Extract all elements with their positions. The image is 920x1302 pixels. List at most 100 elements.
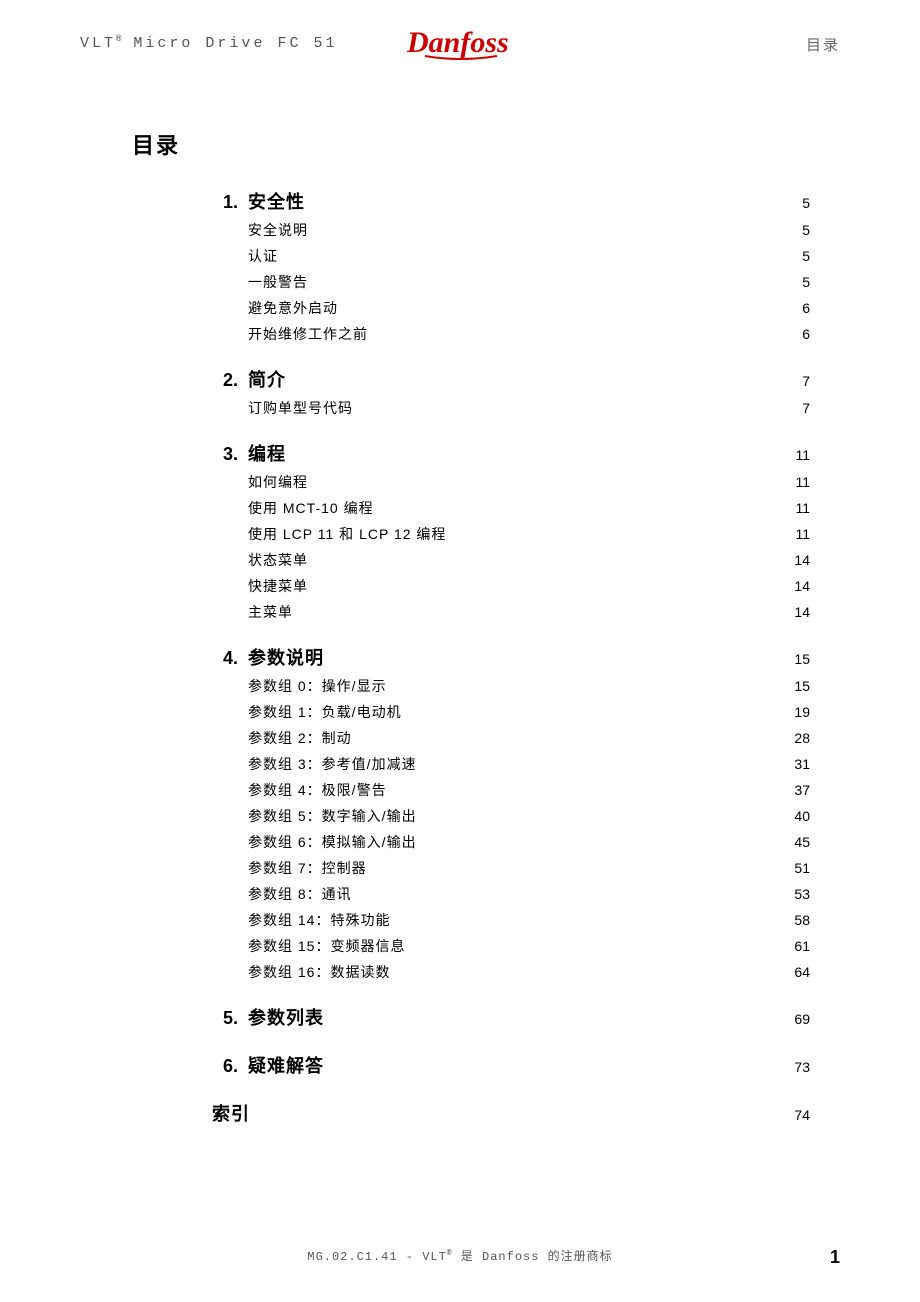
toc-subitem-page: 15 [794, 678, 810, 694]
toc-section-page: 69 [794, 1011, 810, 1027]
toc-subitem[interactable]: 快捷菜单 14 [210, 576, 810, 596]
toc-subitem-name: 参数组 4：极限/警告 [248, 780, 387, 800]
toc-subitem[interactable]: 参数组 6：模拟输入/输出45 [210, 832, 810, 852]
toc-subitem-name: 快捷菜单 [248, 576, 308, 596]
toc-subitem[interactable]: 订购单型号代码 7 [210, 398, 810, 418]
toc-subitem[interactable]: 参数组 15：变频器信息61 [210, 936, 810, 956]
toc-section-head[interactable]: 5. 参数列表 69 [210, 1004, 810, 1030]
toc-section-head[interactable]: 索引 74 [210, 1100, 810, 1126]
toc-subitem[interactable]: 参数组 2：制动 28 [210, 728, 810, 748]
toc-subitem-name: 参数组 6：模拟输入/输出 [248, 832, 417, 852]
toc-subitem[interactable]: 参数组 7：控制器 51 [210, 858, 810, 878]
toc-subitem-page: 14 [794, 604, 810, 620]
toc-subitem[interactable]: 开始维修工作之前6 [210, 324, 810, 344]
page-footer: MG.02.C1.41 - VLT® 是 Danfoss 的注册商标 1 [0, 1247, 920, 1264]
toc-section: 索引 74 [210, 1100, 810, 1126]
toc-subitem-name: 主菜单 [248, 602, 293, 622]
toc-section-head[interactable]: 2.简介7 [210, 366, 810, 392]
toc-subitem[interactable]: 避免意外启动 6 [210, 298, 810, 318]
toc-subitem-name: 参数组 1：负载/电动机 [248, 702, 402, 722]
toc-subitem-page: 64 [794, 964, 810, 980]
toc-subitem[interactable]: 参数组 14：特殊功能 58 [210, 910, 810, 930]
toc-section-head[interactable]: 1.安全性5 [210, 188, 810, 214]
toc-subitem[interactable]: 状态菜单14 [210, 550, 810, 570]
header-left-post: Micro Drive FC 51 [121, 35, 337, 52]
toc-subitem-page: 37 [794, 782, 810, 798]
toc-subitem-page: 19 [794, 704, 810, 720]
page: VLT® Micro Drive FC 51 Danfoss 目录 目录 1.安… [0, 0, 920, 1302]
toc-subitem-page: 6 [802, 300, 810, 316]
toc-subitem-page: 31 [794, 756, 810, 772]
toc-section-name: 编程 [248, 440, 286, 466]
toc-section: 6.疑难解答73 [210, 1052, 810, 1078]
toc-subitem-name: 状态菜单 [248, 550, 308, 570]
toc-section-name: 索引 [212, 1100, 250, 1126]
toc-subitem-name: 开始维修工作之前 [248, 324, 368, 344]
toc-subitem-name: 一般警告 [248, 272, 308, 292]
toc-subitem[interactable]: 参数组 5：数字输入/输出 40 [210, 806, 810, 826]
toc-subitem[interactable]: 使用 LCP 11 和 LCP 12 编程11 [210, 524, 810, 544]
toc-section-number: 6. [210, 1056, 238, 1077]
toc-subitem-name: 参数组 3：参考值/加减速 [248, 754, 417, 774]
footer-line: MG.02.C1.41 - VLT® 是 Danfoss 的注册商标 [0, 1247, 920, 1264]
toc-section: 5. 参数列表 69 [210, 1004, 810, 1030]
toc-section-head[interactable]: 4.参数说明15 [210, 644, 810, 670]
toc-title: 目录 [132, 128, 840, 160]
toc-subitem-page: 11 [795, 500, 810, 516]
toc-section-name: 参数列表 [248, 1004, 324, 1030]
table-of-contents: 1.安全性5安全说明5认证5一般警告5避免意外启动6开始维修工作之前62.简介7… [210, 188, 810, 1126]
toc-subitem[interactable]: 参数组 3：参考值/加减速 31 [210, 754, 810, 774]
toc-section-number: 3. [210, 444, 238, 465]
toc-subitem-page: 5 [802, 248, 810, 264]
toc-subitem-name: 参数组 5：数字输入/输出 [248, 806, 417, 826]
toc-subitem-page: 28 [794, 730, 810, 746]
logo-text: Danfoss [406, 26, 509, 59]
header-left-pre: VLT [80, 35, 116, 52]
toc-subitem[interactable]: 参数组 1：负载/电动机 19 [210, 702, 810, 722]
toc-subitem[interactable]: 如何编程11 [210, 472, 810, 492]
toc-subitem-page: 51 [794, 860, 810, 876]
toc-section-number: 5. [210, 1008, 238, 1029]
toc-subitem[interactable]: 参数组 16：数据读数 64 [210, 962, 810, 982]
toc-subitem-name: 避免意外启动 [248, 298, 338, 318]
toc-subitem[interactable]: 参数组 0：操作/显示 15 [210, 676, 810, 696]
toc-section-page: 7 [802, 373, 810, 389]
toc-subitem-page: 58 [794, 912, 810, 928]
toc-section: 1.安全性5安全说明5认证5一般警告5避免意外启动6开始维修工作之前6 [210, 188, 810, 344]
header-right: 目录 [806, 34, 840, 55]
toc-subitem-name: 参数组 0：操作/显示 [248, 676, 387, 696]
danfoss-logo: Danfoss [405, 22, 515, 69]
toc-subitem-page: 53 [794, 886, 810, 902]
toc-section-head[interactable]: 3. 编程 11 [210, 440, 810, 466]
toc-subitem[interactable]: 认证 5 [210, 246, 810, 266]
toc-subitem-name: 参数组 2：制动 [248, 728, 352, 748]
toc-subitem[interactable]: 主菜单 14 [210, 602, 810, 622]
toc-subitem-page: 61 [794, 938, 810, 954]
toc-subitem-page: 14 [794, 578, 810, 594]
toc-subitem-name: 参数组 14：特殊功能 [248, 910, 390, 930]
toc-subitem[interactable]: 参数组 8：通讯53 [210, 884, 810, 904]
toc-subitem-name: 认证 [248, 246, 278, 266]
toc-section-page: 5 [802, 195, 810, 211]
toc-subitem-page: 40 [794, 808, 810, 824]
toc-section: 4.参数说明15 参数组 0：操作/显示 15 参数组 1：负载/电动机 19 参数组 2… [210, 644, 810, 982]
toc-subitem[interactable]: 参数组 4：极限/警告 37 [210, 780, 810, 800]
toc-subitem-name: 使用 MCT-10 编程 [248, 498, 374, 518]
toc-section-head[interactable]: 6.疑难解答73 [210, 1052, 810, 1078]
footer-pre: MG.02.C1.41 - VLT [307, 1250, 446, 1264]
toc-subitem-name: 参数组 16：数据读数 [248, 962, 390, 982]
toc-section: 2.简介7订购单型号代码7 [210, 366, 810, 418]
toc-subitem[interactable]: 一般警告5 [210, 272, 810, 292]
toc-section-page: 11 [795, 447, 810, 463]
footer-page-number: 1 [830, 1247, 840, 1268]
footer-post: 是 Danfoss 的注册商标 [453, 1250, 613, 1264]
toc-section-name: 简介 [248, 366, 286, 392]
toc-subitem-page: 7 [802, 400, 810, 416]
toc-section-page: 74 [794, 1107, 810, 1123]
toc-section-number: 4. [210, 648, 238, 669]
toc-subitem[interactable]: 使用 MCT-10 编程 11 [210, 498, 810, 518]
toc-subitem[interactable]: 安全说明5 [210, 220, 810, 240]
toc-subitem-page: 11 [795, 474, 810, 490]
toc-subitem-name: 参数组 7：控制器 [248, 858, 367, 878]
toc-subitem-name: 订购单型号代码 [248, 398, 353, 418]
